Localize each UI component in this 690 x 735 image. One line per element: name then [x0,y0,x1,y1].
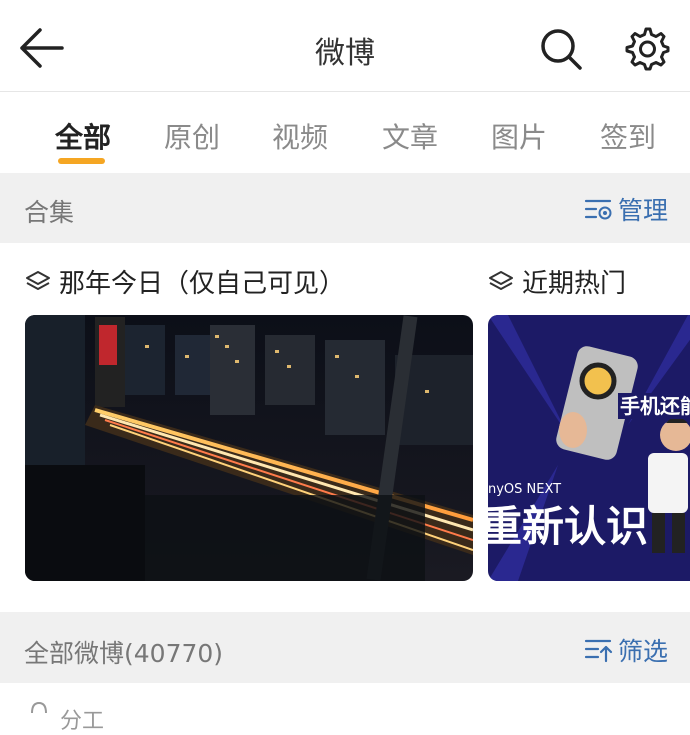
collections-carousel: 那年今日（仅自己可见） 近期热门 nyOS NEXT 重新认识 手机还 [0,243,690,612]
layers-icon [489,270,513,290]
layers-icon [26,270,50,290]
collection-title: 那年今日（仅自己可见） [25,263,345,300]
tab-all[interactable]: 全部 [55,116,111,156]
post-list-peek: 分工 [0,683,690,734]
promo-text-top: 手机还能这 [620,394,690,418]
tab-original[interactable]: 原创 [164,116,220,156]
active-tab-indicator [58,158,105,164]
manage-label: 管理 [617,196,668,225]
filter-icon [584,639,613,663]
post-peek-text: 分工 [60,709,105,734]
all-posts-label: 全部微博(40770) [24,639,224,668]
all-posts-section-bar: 全部微博(40770) 筛选 [0,612,690,683]
tab-article[interactable]: 文章 [382,116,438,156]
filter-label: 筛选 [617,637,668,666]
pin-icon [31,701,47,713]
promo-text-headline: 重新认识 [488,502,648,551]
content-tabs: 全部 原创 视频 文章 图片 签到 [0,92,690,172]
collections-section-bar: 合集 管理 [0,173,690,243]
collection-card[interactable]: 近期热门 nyOS NEXT 重新认识 手机还能这 [488,243,690,612]
tab-pictures[interactable]: 图片 [491,116,547,156]
page-title: 微博 [315,36,375,71]
top-nav-bar: 微博 [0,0,690,92]
gear-icon[interactable] [622,25,670,73]
search-icon[interactable] [538,26,584,72]
tab-checkin[interactable]: 签到 [600,116,656,156]
promo-text-os: nyOS NEXT [488,482,561,497]
collection-thumbnail-phone-promo: nyOS NEXT 重新认识 手机还能这 [488,315,690,581]
tab-video[interactable]: 视频 [272,116,328,156]
collection-thumbnail-night-city [25,315,473,581]
filter-button[interactable]: 筛选 [584,632,668,668]
manage-button[interactable]: 管理 [584,191,668,227]
manage-icon [584,199,612,220]
collection-title: 近期热门 [488,263,626,300]
collection-card[interactable]: 那年今日（仅自己可见） [25,243,473,612]
collections-label: 合集 [24,198,75,227]
